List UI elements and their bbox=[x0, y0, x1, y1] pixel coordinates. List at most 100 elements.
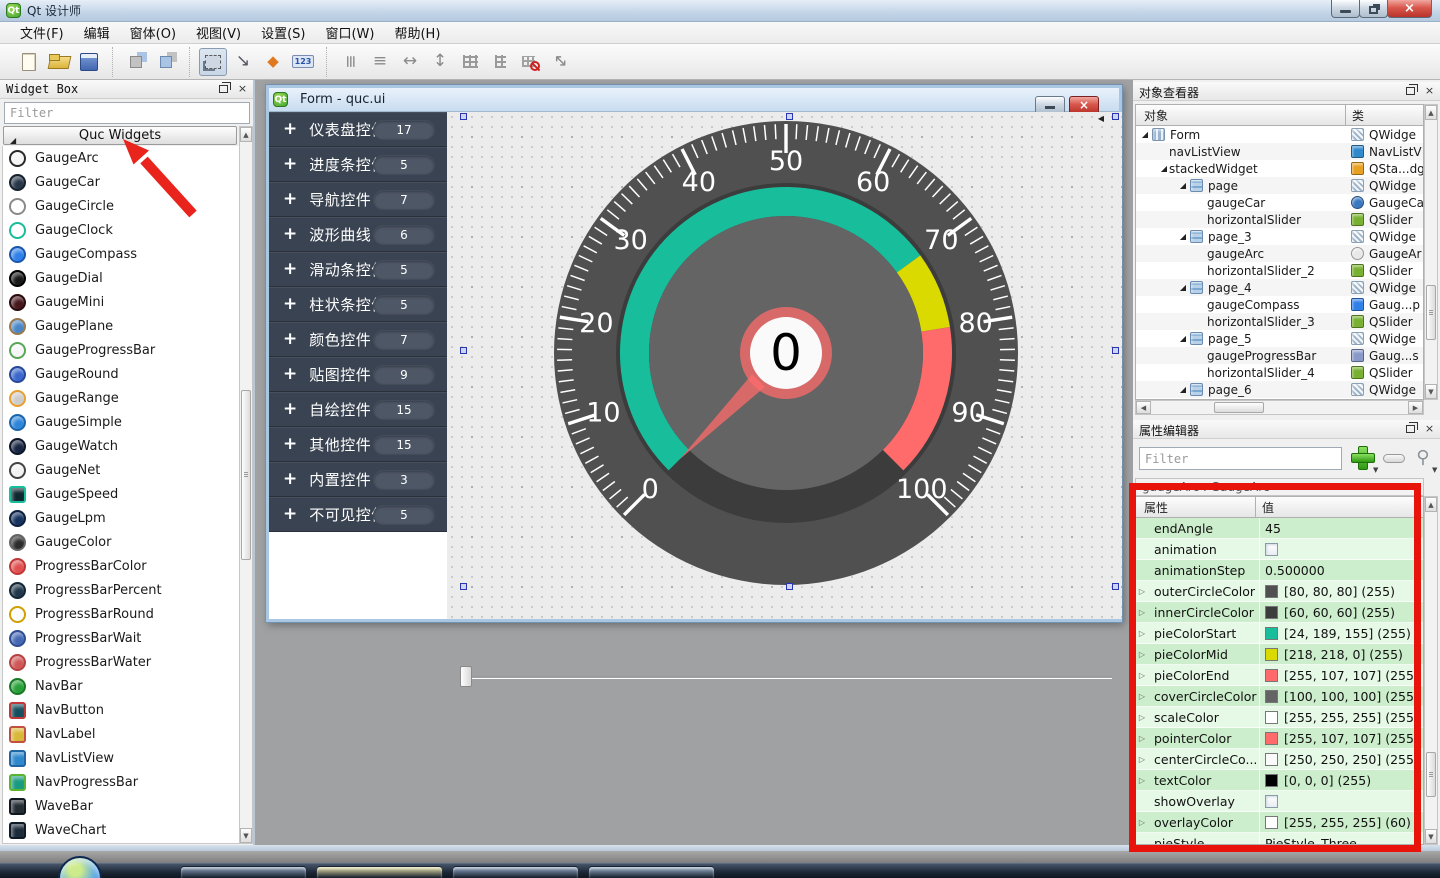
widget-item-progressbarcolor[interactable]: ProgressBarColor bbox=[3, 554, 239, 578]
tree-row-horizontalslider_2[interactable]: horizontalSlider_2QSlider bbox=[1136, 262, 1423, 279]
menu-item-o[interactable]: 窗体(O) bbox=[120, 21, 186, 44]
selection-handle[interactable] bbox=[1112, 113, 1119, 120]
float-panel-icon[interactable] bbox=[217, 82, 230, 95]
widget-box-scrollbar[interactable]: ▲ ▼ bbox=[239, 126, 253, 844]
tree-row-page_6[interactable]: ◢page_6QWidge bbox=[1136, 381, 1423, 398]
scroll-left-icon[interactable]: ◀ bbox=[1136, 401, 1151, 414]
nav-item-6[interactable]: +波形曲线6 bbox=[269, 217, 447, 252]
scroll-down-icon[interactable]: ▼ bbox=[240, 828, 252, 843]
widget-item-gaugespeed[interactable]: GaugeSpeed bbox=[3, 482, 239, 506]
layout-vertical-button[interactable]: ≡ bbox=[336, 48, 364, 76]
edit-signals-slots-button[interactable]: ↘ bbox=[229, 48, 257, 76]
widget-item-gaugerange[interactable]: GaugeRange bbox=[3, 386, 239, 410]
tree-row-page[interactable]: ◢pageQWidge bbox=[1136, 177, 1423, 194]
form-titlebar[interactable]: Qt Form - quc.ui × bbox=[269, 88, 1119, 112]
expander-icon[interactable]: ◢ bbox=[1140, 130, 1150, 139]
expander-icon[interactable]: ◢ bbox=[1159, 164, 1169, 173]
widget-item-progressbarround[interactable]: ProgressBarRound bbox=[3, 602, 239, 626]
nav-item-3[interactable]: +内置控件3 bbox=[269, 462, 447, 497]
tree-row-gaugecompass[interactable]: gaugeCompassGaug...p bbox=[1136, 296, 1423, 313]
widget-item-navbutton[interactable]: NavButton bbox=[3, 698, 239, 722]
widget-item-gaugecompass[interactable]: GaugeCompass bbox=[3, 242, 239, 266]
widget-item-gaugemini[interactable]: GaugeMini bbox=[3, 290, 239, 314]
tree-row-stackedwidget[interactable]: ◢stackedWidgetQSta...dg bbox=[1136, 160, 1423, 177]
edit-widgets-button[interactable] bbox=[199, 48, 227, 76]
send-to-back-button[interactable] bbox=[122, 48, 150, 76]
nav-item-7[interactable]: +颜色控件7 bbox=[269, 322, 447, 357]
widget-item-gaugeplane[interactable]: GaugePlane bbox=[3, 314, 239, 338]
menu-item-s[interactable]: 设置(S) bbox=[251, 21, 315, 44]
tree-row-form[interactable]: ◢FormQWidge bbox=[1136, 126, 1423, 143]
edit-tab-order-button[interactable]: 123 bbox=[289, 48, 317, 76]
taskbar-button-4[interactable] bbox=[588, 866, 715, 878]
property-filter-input[interactable] bbox=[1139, 447, 1342, 470]
selection-handle[interactable] bbox=[1112, 347, 1119, 354]
inspector-vscrollbar[interactable]: ▲ ▼ bbox=[1424, 104, 1438, 400]
nav-item-15[interactable]: +其他控件15 bbox=[269, 427, 447, 462]
widget-item-progressbarwater[interactable]: ProgressBarWater bbox=[3, 650, 239, 674]
menu-item-w[interactable]: 窗口(W) bbox=[315, 21, 384, 44]
save-form-button[interactable] bbox=[75, 48, 103, 76]
nav-item-5[interactable]: +进度条控件5 bbox=[269, 147, 447, 182]
widget-filter-input[interactable] bbox=[4, 102, 250, 124]
scroll-down-icon[interactable]: ▼ bbox=[1425, 829, 1437, 844]
expander-icon[interactable]: ◢ bbox=[1178, 385, 1188, 394]
selection-handle[interactable] bbox=[460, 113, 467, 120]
taskbar-button-2[interactable] bbox=[316, 866, 443, 878]
break-layout-button[interactable] bbox=[516, 48, 544, 76]
widget-item-gaugeprogressbar[interactable]: GaugeProgressBar bbox=[3, 338, 239, 362]
tree-row-horizontalslider[interactable]: horizontalSliderQSlider bbox=[1136, 211, 1423, 228]
menu-item-h[interactable]: 帮助(H) bbox=[384, 21, 450, 44]
expander-icon[interactable]: ◢ bbox=[1178, 334, 1188, 343]
tree-row-navlistview[interactable]: navListViewNavListV bbox=[1136, 143, 1423, 160]
minimize-button[interactable] bbox=[1331, 0, 1360, 18]
widget-item-navprogressbar[interactable]: NavProgressBar bbox=[3, 770, 239, 794]
layout-form-button[interactable] bbox=[486, 48, 514, 76]
widget-item-wavebar[interactable]: WaveBar bbox=[3, 794, 239, 818]
scroll-down-icon[interactable]: ▼ bbox=[1425, 384, 1437, 399]
menu-item-[interactable]: 编辑 bbox=[74, 21, 120, 44]
expander-icon[interactable]: ◢ bbox=[1178, 232, 1188, 241]
tree-row-page_5[interactable]: ◢page_5QWidge bbox=[1136, 330, 1423, 347]
widget-item-navbar[interactable]: NavBar bbox=[3, 674, 239, 698]
scrollbar-thumb[interactable] bbox=[1426, 285, 1436, 340]
restore-button[interactable] bbox=[1359, 0, 1388, 18]
inspector-hscrollbar[interactable]: ◀ ▶ bbox=[1135, 400, 1424, 415]
object-column-header[interactable]: 对象 bbox=[1135, 104, 1346, 126]
widget-item-progressbarpercent[interactable]: ProgressBarPercent bbox=[3, 578, 239, 602]
scroll-up-icon[interactable]: ▲ bbox=[1425, 497, 1437, 512]
layout-split-horizontal-button[interactable]: ↔ bbox=[396, 48, 424, 76]
tree-row-horizontalslider_4[interactable]: horizontalSlider_4QSlider bbox=[1136, 364, 1423, 381]
horizontal-slider-handle[interactable] bbox=[460, 666, 472, 687]
bring-to-front-button[interactable] bbox=[152, 48, 180, 76]
widget-item-gaugedial[interactable]: GaugeDial bbox=[3, 266, 239, 290]
widget-item-wavechart[interactable]: WaveChart bbox=[3, 818, 239, 842]
widget-item-progressbarwait[interactable]: ProgressBarWait bbox=[3, 626, 239, 650]
widget-item-gaugecolor[interactable]: GaugeColor bbox=[3, 530, 239, 554]
nav-item-5[interactable]: +不可见控件5 bbox=[269, 497, 447, 532]
gauge-arc-widget[interactable]: 01020304050607080901000 bbox=[546, 113, 1026, 593]
horizontal-slider-groove[interactable] bbox=[462, 676, 1112, 679]
selection-handle[interactable] bbox=[786, 113, 793, 120]
close-button[interactable]: × bbox=[1387, 0, 1432, 18]
remove-property-button[interactable] bbox=[1383, 454, 1405, 463]
scrollbar-thumb[interactable] bbox=[241, 390, 251, 560]
tree-row-gaugecar[interactable]: gaugeCarGaugeCa bbox=[1136, 194, 1423, 211]
float-panel-icon[interactable] bbox=[1404, 422, 1417, 435]
widget-item-gaugeround[interactable]: GaugeRound bbox=[3, 362, 239, 386]
menu-item-f[interactable]: 文件(F) bbox=[10, 21, 74, 44]
open-form-button[interactable] bbox=[45, 48, 73, 76]
expander-icon[interactable]: ◢ bbox=[1178, 181, 1188, 190]
widget-item-navlabel[interactable]: NavLabel bbox=[3, 722, 239, 746]
widget-item-gaugelpm[interactable]: GaugeLpm bbox=[3, 506, 239, 530]
widget-item-gaugewatch[interactable]: GaugeWatch bbox=[3, 434, 239, 458]
selection-handle[interactable] bbox=[460, 347, 467, 354]
close-panel-icon[interactable]: × bbox=[236, 82, 249, 95]
widget-item-navlistview[interactable]: NavListView bbox=[3, 746, 239, 770]
tree-row-gaugeprogressbar[interactable]: gaugeProgressBarGaug...s bbox=[1136, 347, 1423, 364]
layout-split-vertical-button[interactable]: ↕ bbox=[426, 48, 454, 76]
nav-item-5[interactable]: +柱状条控件5 bbox=[269, 287, 447, 322]
scroll-up-icon[interactable]: ▲ bbox=[1425, 105, 1437, 120]
scroll-right-icon[interactable]: ▶ bbox=[1408, 401, 1423, 414]
widget-item-gaugesimple[interactable]: GaugeSimple bbox=[3, 410, 239, 434]
